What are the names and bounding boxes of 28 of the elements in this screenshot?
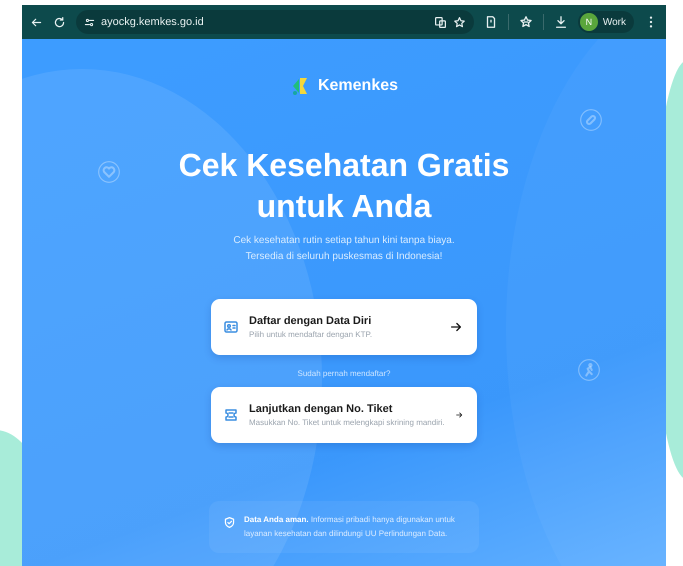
runner-icon xyxy=(578,359,600,381)
notice-text: Data Anda aman. Informasi pribadi hanya digunakan untuk layanan kesehatan dan dilindungi UU Perlindungan Data. xyxy=(244,514,456,540)
option-title: Lanjutkan dengan No. Tiket xyxy=(249,403,394,415)
bookmarks-icon[interactable] xyxy=(518,15,533,29)
id-card-icon xyxy=(223,319,239,335)
option-card[interactable]: Lanjutkan dengan No. Tiket Masukkan No. Tiket untuk melengkapi skrining mandiri. xyxy=(211,387,477,443)
page-subtitle: Cek kesehatan rutin setiap tahun kini tanpa biaya. Tersedia di seluruh puskesmas di Indonesia! xyxy=(232,234,456,264)
page-title: Cek Kesehatan Gratis xyxy=(178,146,510,185)
avatar: N xyxy=(580,13,598,31)
logo-text: Kemenkes xyxy=(318,77,398,95)
option-description: Masukkan No. Tiket untuk melengkapi skrining mandiri. xyxy=(249,418,445,427)
download-icon[interactable] xyxy=(554,15,568,29)
site-settings-icon[interactable] xyxy=(84,16,95,28)
pill-icon xyxy=(580,109,602,131)
star-icon[interactable] xyxy=(452,16,466,28)
reload-icon[interactable] xyxy=(53,16,66,28)
profile-button[interactable]: N Work xyxy=(578,11,634,33)
translate-icon[interactable] xyxy=(434,16,447,28)
page-title: untuk Anda xyxy=(256,187,432,226)
option-card[interactable]: Daftar dengan Data Diri Pilih untuk mendaftar dengan KTP. xyxy=(211,299,477,355)
back-icon[interactable] xyxy=(30,16,43,28)
shield-check-icon xyxy=(223,516,236,529)
option-description: Pilih untuk mendaftar dengan KTP. xyxy=(249,330,374,339)
divider-label: Sudah pernah mendaftar? xyxy=(298,369,390,378)
arrow-right-icon xyxy=(449,320,463,334)
ticket-icon xyxy=(223,407,239,423)
address-bar[interactable]: ayockg.kemkes.go.id xyxy=(76,10,474,34)
option-title: Daftar dengan Data Diri xyxy=(249,315,372,327)
